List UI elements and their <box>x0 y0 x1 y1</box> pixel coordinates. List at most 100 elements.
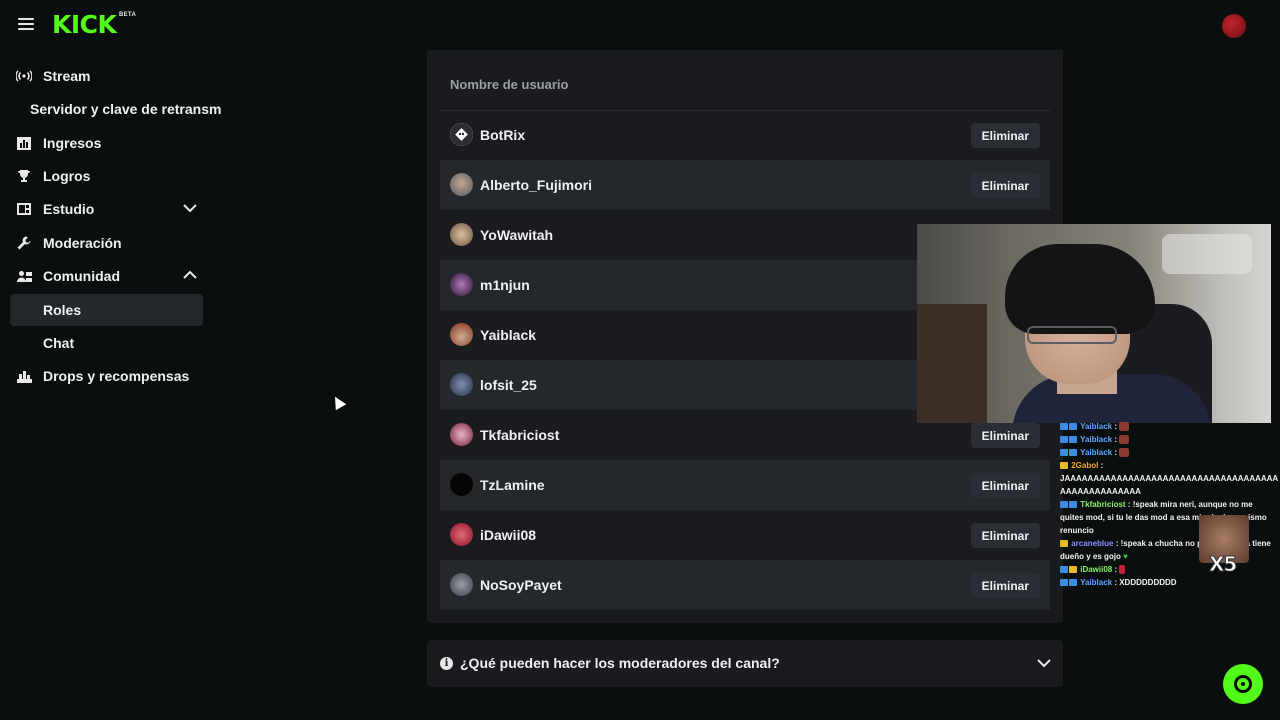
table-row: Alberto_Fujimori Eliminar <box>440 160 1050 210</box>
chat-message: Yaiblack : <box>1060 433 1280 446</box>
moderator-username[interactable]: lofsit_25 <box>480 377 537 393</box>
badge-icon <box>1060 449 1068 457</box>
chat-text: JAAAAAAAAAAAAAAAAAAAAAAAAAAAAAAAAAAAAAAA… <box>1060 474 1279 496</box>
avatar <box>450 423 473 446</box>
sidebar-item-roles[interactable]: Roles <box>10 294 203 326</box>
wrench-icon <box>16 235 32 251</box>
table-row: BotRix Eliminar <box>440 110 1050 160</box>
sidebar-item-label: Servidor y clave de retransm <box>30 101 222 117</box>
badge-icon <box>1069 423 1077 431</box>
support-chat-button[interactable] <box>1223 664 1263 704</box>
sidebar-item-comunidad[interactable]: Comunidad <box>10 260 203 292</box>
sidebar-item-label: Ingresos <box>43 135 102 151</box>
column-header-username: Nombre de usuario <box>450 77 569 92</box>
badge-icon <box>1069 579 1077 587</box>
remove-moderator-button[interactable]: Eliminar <box>970 173 1040 198</box>
sidebar-item-drops[interactable]: Drops y recompensas <box>10 360 203 392</box>
avatar <box>450 223 473 246</box>
moderator-username[interactable]: Yaiblack <box>480 327 536 343</box>
emote-icon <box>1119 448 1130 458</box>
sidebar-item-logros[interactable]: Logros <box>10 160 203 192</box>
badge-icon <box>1060 436 1068 444</box>
mouse-cursor <box>329 393 347 411</box>
crown-badge-icon <box>1060 462 1068 470</box>
chat-text: : <box>1098 461 1104 470</box>
moderator-username[interactable]: Alberto_Fujimori <box>480 177 592 193</box>
sidebar-item-label: Chat <box>43 335 75 351</box>
avatar <box>450 323 473 346</box>
chat-message: Yaiblack : <box>1060 446 1280 459</box>
avatar <box>450 523 473 546</box>
kick-logo[interactable]: KICK <box>52 12 117 38</box>
remove-moderator-button[interactable]: Eliminar <box>970 423 1040 448</box>
stream-chat-overlay: Yaiblack : Yaiblack : Yaiblack : 2Gabol … <box>1060 420 1280 595</box>
chat-message: Yaiblack : <box>1060 420 1280 433</box>
avatar <box>450 573 473 596</box>
crown-badge-icon <box>1060 540 1068 548</box>
remove-moderator-button[interactable]: Eliminar <box>970 473 1040 498</box>
chat-message: 2Gabol : <box>1060 459 1280 472</box>
studio-icon <box>16 201 32 217</box>
info-icon: i <box>440 657 453 670</box>
chevron-down-icon <box>183 204 197 213</box>
hamburger-menu-icon[interactable] <box>18 17 34 31</box>
table-row: TzLamine Eliminar <box>440 460 1050 510</box>
moderator-username[interactable]: BotRix <box>480 127 525 143</box>
top-bar: KICK BETA <box>0 0 1280 50</box>
moderator-username[interactable]: m1njun <box>480 277 530 293</box>
chat-text: : <box>1112 448 1117 457</box>
avatar <box>450 473 473 496</box>
moderator-username[interactable]: YoWawitah <box>480 227 553 243</box>
chat-username: iDawii08 <box>1080 565 1113 574</box>
moderator-username[interactable]: Tkfabriciost <box>480 427 559 443</box>
sidebar-item-ingresos[interactable]: Ingresos <box>10 127 203 159</box>
sidebar-item-moderacion[interactable]: Moderación <box>10 227 203 259</box>
sidebar-item-label: Stream <box>43 68 91 84</box>
chat-text: : XDDDDDDDDD <box>1112 578 1177 587</box>
sidebar-item-chat[interactable]: Chat <box>10 327 203 359</box>
badge-icon <box>1069 501 1077 509</box>
heart-icon: ♥ <box>1123 552 1128 561</box>
sidebar-item-stream-key[interactable]: Servidor y clave de retransm <box>10 93 221 125</box>
badge-icon <box>1060 423 1068 431</box>
moderator-faq-accordion[interactable]: i ¿Qué pueden hacer los moderadores del … <box>427 640 1063 687</box>
remove-moderator-button[interactable]: Eliminar <box>970 523 1040 548</box>
remove-moderator-button[interactable]: Eliminar <box>970 573 1040 598</box>
moderator-username[interactable]: iDawii08 <box>480 527 536 543</box>
broadcast-icon <box>16 68 32 84</box>
chat-username: 2Gabol <box>1071 461 1099 470</box>
sidebar-item-estudio[interactable]: Estudio <box>10 193 203 225</box>
emote-icon <box>1119 435 1130 445</box>
sidebar-item-label: Roles <box>43 302 82 318</box>
community-icon <box>16 268 32 284</box>
chevron-down-icon <box>1037 659 1051 668</box>
avatar <box>450 123 473 146</box>
webcam-overlay <box>917 224 1271 423</box>
sidebar-item-label: Moderación <box>43 235 122 251</box>
chart-icon <box>16 135 32 151</box>
badge-icon <box>1069 436 1077 444</box>
chat-message: JAAAAAAAAAAAAAAAAAAAAAAAAAAAAAAAAAAAAAAA… <box>1060 472 1280 498</box>
emote-icon <box>1119 565 1126 575</box>
avatar <box>450 273 473 296</box>
sidebar-item-label: Estudio <box>43 201 95 217</box>
chat-username: arcaneblue <box>1071 539 1114 548</box>
badge-icon <box>1069 449 1077 457</box>
sidebar-item-stream[interactable]: Stream <box>10 60 203 92</box>
chat-username: Yaiblack <box>1080 422 1113 431</box>
moderator-username[interactable]: NoSoyPayet <box>480 577 562 593</box>
sidebar-item-label: Drops y recompensas <box>43 368 190 384</box>
chat-username: Yaiblack <box>1080 435 1113 444</box>
remove-moderator-button[interactable]: Eliminar <box>970 123 1040 148</box>
chat-text: : <box>1112 435 1117 444</box>
chat-username: Tkfabriciost <box>1080 500 1126 509</box>
badge-icon <box>1060 566 1068 574</box>
badge-icon <box>1060 501 1068 509</box>
moderator-username[interactable]: TzLamine <box>480 477 545 493</box>
chat-message: Yaiblack : XDDDDDDDDD <box>1060 576 1280 589</box>
trophy-icon <box>16 168 32 184</box>
chat-username: Yaiblack <box>1080 448 1113 457</box>
user-avatar[interactable] <box>1222 14 1246 38</box>
emote-icon <box>1119 422 1130 432</box>
chat-message: iDawii08 : <box>1060 563 1280 576</box>
